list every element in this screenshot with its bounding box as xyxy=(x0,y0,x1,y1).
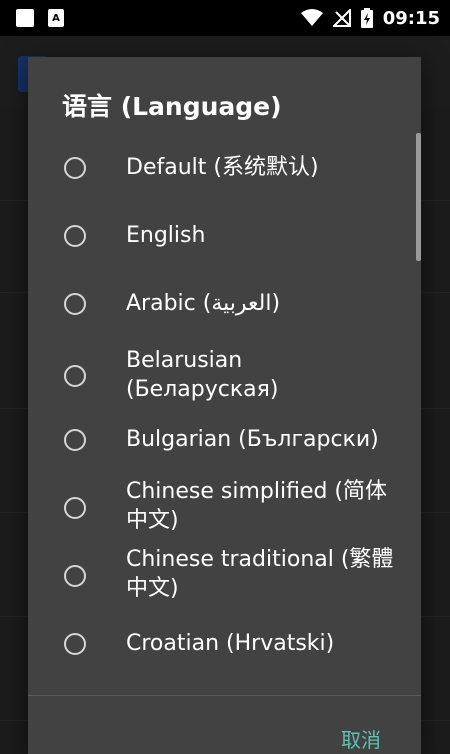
radio-button-icon[interactable] xyxy=(64,429,86,451)
square-notification-icon xyxy=(16,9,34,27)
battery-charging-icon xyxy=(360,8,373,28)
radio-button-icon[interactable] xyxy=(64,157,86,179)
language-option-chinese-traditional[interactable]: Chinese traditional (繁體中文) xyxy=(28,542,421,610)
radio-button-icon[interactable] xyxy=(64,633,86,655)
language-option-label: Bulgarian (Български) xyxy=(126,427,379,452)
cancel-button[interactable]: 取消 xyxy=(341,724,381,753)
language-option-default[interactable]: Default (系统默认) xyxy=(28,134,421,202)
language-option-belarusian[interactable]: Belarusian (Беларуская) xyxy=(28,338,421,406)
dialog-scrollbar[interactable] xyxy=(416,133,421,261)
language-option-english[interactable]: English xyxy=(28,202,421,270)
language-option-arabic[interactable]: Arabic (العربية) xyxy=(28,270,421,338)
status-bar: A 09:15 xyxy=(0,0,450,36)
radio-button-icon[interactable] xyxy=(64,565,86,587)
status-bar-right: 09:15 xyxy=(300,7,440,29)
radio-button-icon[interactable] xyxy=(64,293,86,315)
dialog-title: 语言 (Language) xyxy=(62,92,282,121)
status-time: 09:15 xyxy=(382,7,440,29)
language-option-croatian[interactable]: Croatian (Hrvatski) xyxy=(28,610,421,678)
language-option-label: Arabic (العربية) xyxy=(126,291,281,316)
language-option-label: Chinese simplified (简体中文) xyxy=(126,479,388,533)
wifi-icon xyxy=(300,9,323,26)
language-option-label: Belarusian (Беларуская) xyxy=(126,348,279,402)
a-notification-icon: A xyxy=(48,9,64,27)
status-bar-left: A xyxy=(16,9,64,27)
no-signal-icon xyxy=(332,9,351,27)
language-dialog: 语言 (Language) Default (系统默认) English Ara… xyxy=(28,57,421,754)
language-option-chinese-simplified[interactable]: Chinese simplified (简体中文) xyxy=(28,474,421,542)
language-option-bulgarian[interactable]: Bulgarian (Български) xyxy=(28,406,421,474)
language-option-label: Default (系统默认) xyxy=(126,155,319,180)
dialog-divider xyxy=(28,695,421,696)
radio-button-icon[interactable] xyxy=(64,497,86,519)
language-option-label: Croatian (Hrvatski) xyxy=(126,631,335,656)
radio-button-icon[interactable] xyxy=(64,225,86,247)
radio-button-icon[interactable] xyxy=(64,365,86,387)
language-option-label: Chinese traditional (繁體中文) xyxy=(126,547,394,601)
language-option-label: English xyxy=(126,223,206,248)
